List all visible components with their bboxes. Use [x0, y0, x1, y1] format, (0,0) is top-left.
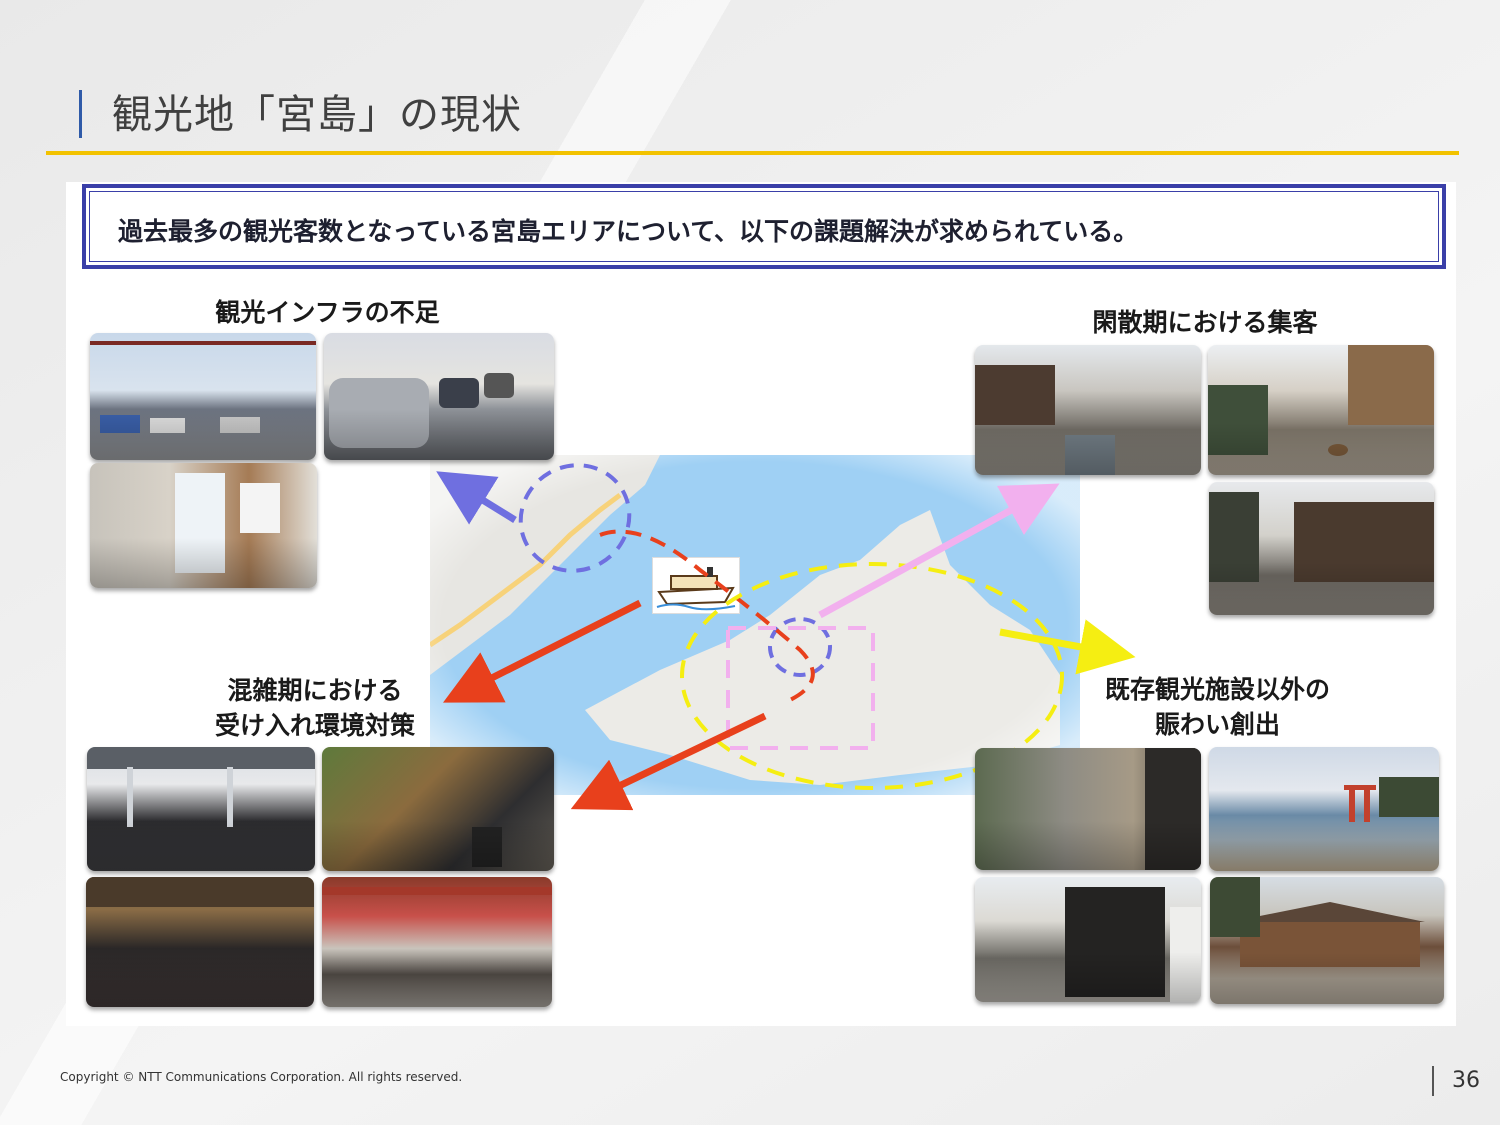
- photo-ferry-terminal-crowd: [87, 747, 315, 871]
- mainland-port-circle: [518, 463, 632, 573]
- photo-info-board: [90, 463, 317, 588]
- shrine-area-box: [726, 626, 875, 750]
- photo-shrine-queue: [322, 877, 552, 1007]
- photo-shopping-street-crowd-scene: [86, 877, 314, 907]
- offseason-arrow: [818, 483, 1060, 619]
- photo-stone-lane-scene: [1145, 748, 1201, 870]
- photo-ryokan-street: [1209, 482, 1434, 615]
- photo-shopping-street: [975, 345, 1201, 475]
- photo-old-townhouse-lane-scene: [1065, 887, 1201, 1002]
- photo-seaside-deer-scene: [1208, 345, 1434, 456]
- photo-traffic-jam: [324, 333, 554, 460]
- photo-seaside-deer: [1208, 345, 1434, 475]
- crowding-arrow-upper: [443, 599, 642, 703]
- photo-traffic-jam-scene: [329, 373, 514, 448]
- photo-ferry-terminal-crowd-scene: [87, 747, 315, 827]
- photo-shopping-street-crowd: [86, 877, 314, 1007]
- crowding-arrow-lower: [570, 712, 767, 811]
- photo-shrine-queue-scene: [322, 887, 552, 895]
- photo-stone-lane: [975, 748, 1201, 870]
- new-attractions-arrow: [999, 619, 1136, 675]
- photo-old-townhouse-lane: [975, 877, 1201, 1002]
- ferry-route: [599, 529, 815, 702]
- footer-copyright: Copyright © NTT Communications Corporati…: [60, 1070, 463, 1084]
- photo-temple-stairs-crowd-scene: [472, 827, 502, 867]
- photo-shopping-street-scene: [975, 365, 1115, 475]
- photo-torii-beach: [1209, 747, 1439, 871]
- page-number: 36: [1452, 1068, 1480, 1093]
- photo-info-board-scene: [175, 473, 280, 573]
- infra-arrow: [436, 471, 517, 525]
- photo-shrine-hall-scene: [1210, 877, 1425, 967]
- photo-torii-beach-scene: [1344, 777, 1439, 822]
- photo-ryokan-street-scene: [1209, 492, 1434, 582]
- photo-parking-lot: [90, 333, 316, 460]
- page-number-divider: [1432, 1066, 1434, 1096]
- photo-parking-lot-scene: [90, 341, 316, 433]
- photo-shrine-hall: [1210, 877, 1444, 1004]
- photo-temple-stairs-crowd: [322, 747, 554, 871]
